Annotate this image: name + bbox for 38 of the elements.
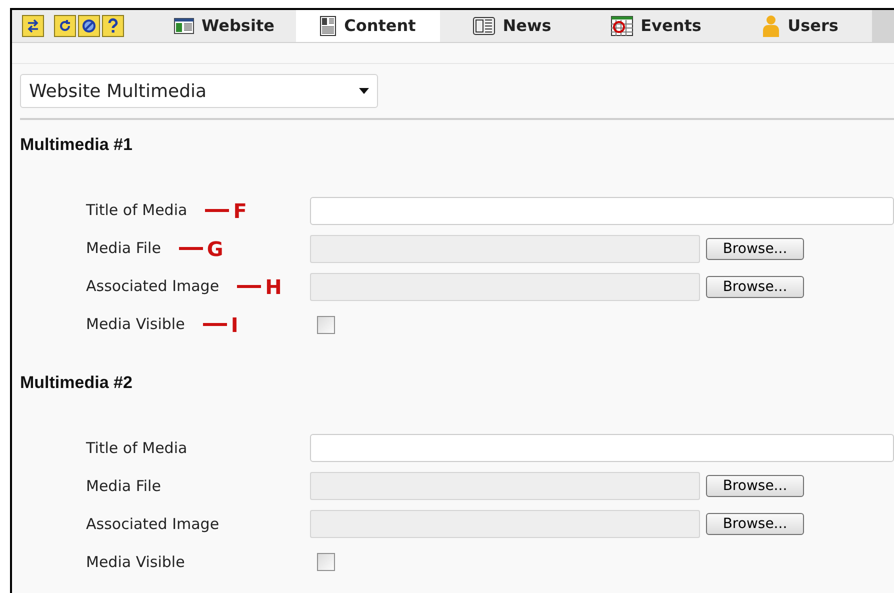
window-icon <box>174 18 194 34</box>
leader-line <box>202 323 227 326</box>
help-icon[interactable] <box>102 15 124 37</box>
calendar-icon <box>610 16 633 36</box>
text-field[interactable] <box>310 196 894 224</box>
section-heading: Multimedia #1 <box>20 134 134 156</box>
leader-line <box>237 285 262 288</box>
person-icon <box>762 15 780 37</box>
annotation-letter: I <box>230 314 238 334</box>
browse-button[interactable]: Browse... <box>706 475 804 497</box>
toolbar-tab[interactable]: Content <box>296 10 440 42</box>
field-label: Title of Media <box>86 438 188 459</box>
browse-button[interactable]: Browse... <box>706 276 804 298</box>
text-field[interactable] <box>310 434 894 462</box>
newspaper-icon <box>472 17 495 35</box>
browse-button[interactable]: Browse... <box>706 238 804 260</box>
section-heading: Multimedia #2 <box>20 372 134 394</box>
leader-line <box>178 247 203 250</box>
checkbox[interactable] <box>317 316 335 334</box>
refresh-icon[interactable] <box>54 15 76 37</box>
leader-line <box>205 209 230 212</box>
annotation-letter: H <box>265 276 282 296</box>
checkbox[interactable] <box>317 553 335 571</box>
dropdown-caret-icon <box>359 88 369 94</box>
document-icon <box>320 16 336 36</box>
browse-button[interactable]: Browse... <box>706 513 804 535</box>
section-dropdown[interactable]: Website Multimedia <box>20 74 378 108</box>
field-label: Title of Media <box>86 200 188 222</box>
field-label: Media File <box>86 238 161 260</box>
field-label: Associated Image <box>86 276 220 298</box>
cancel-icon[interactable] <box>78 15 100 37</box>
annotation-letter: G <box>206 238 224 258</box>
swap-arrows-icon[interactable] <box>22 15 44 37</box>
field-label: Media Visible <box>86 314 185 336</box>
field-label: Media Visible <box>86 552 185 573</box>
field-label: Media File <box>86 476 161 497</box>
field-label: Associated Image <box>86 514 220 535</box>
annotation-letter: F <box>233 200 247 220</box>
